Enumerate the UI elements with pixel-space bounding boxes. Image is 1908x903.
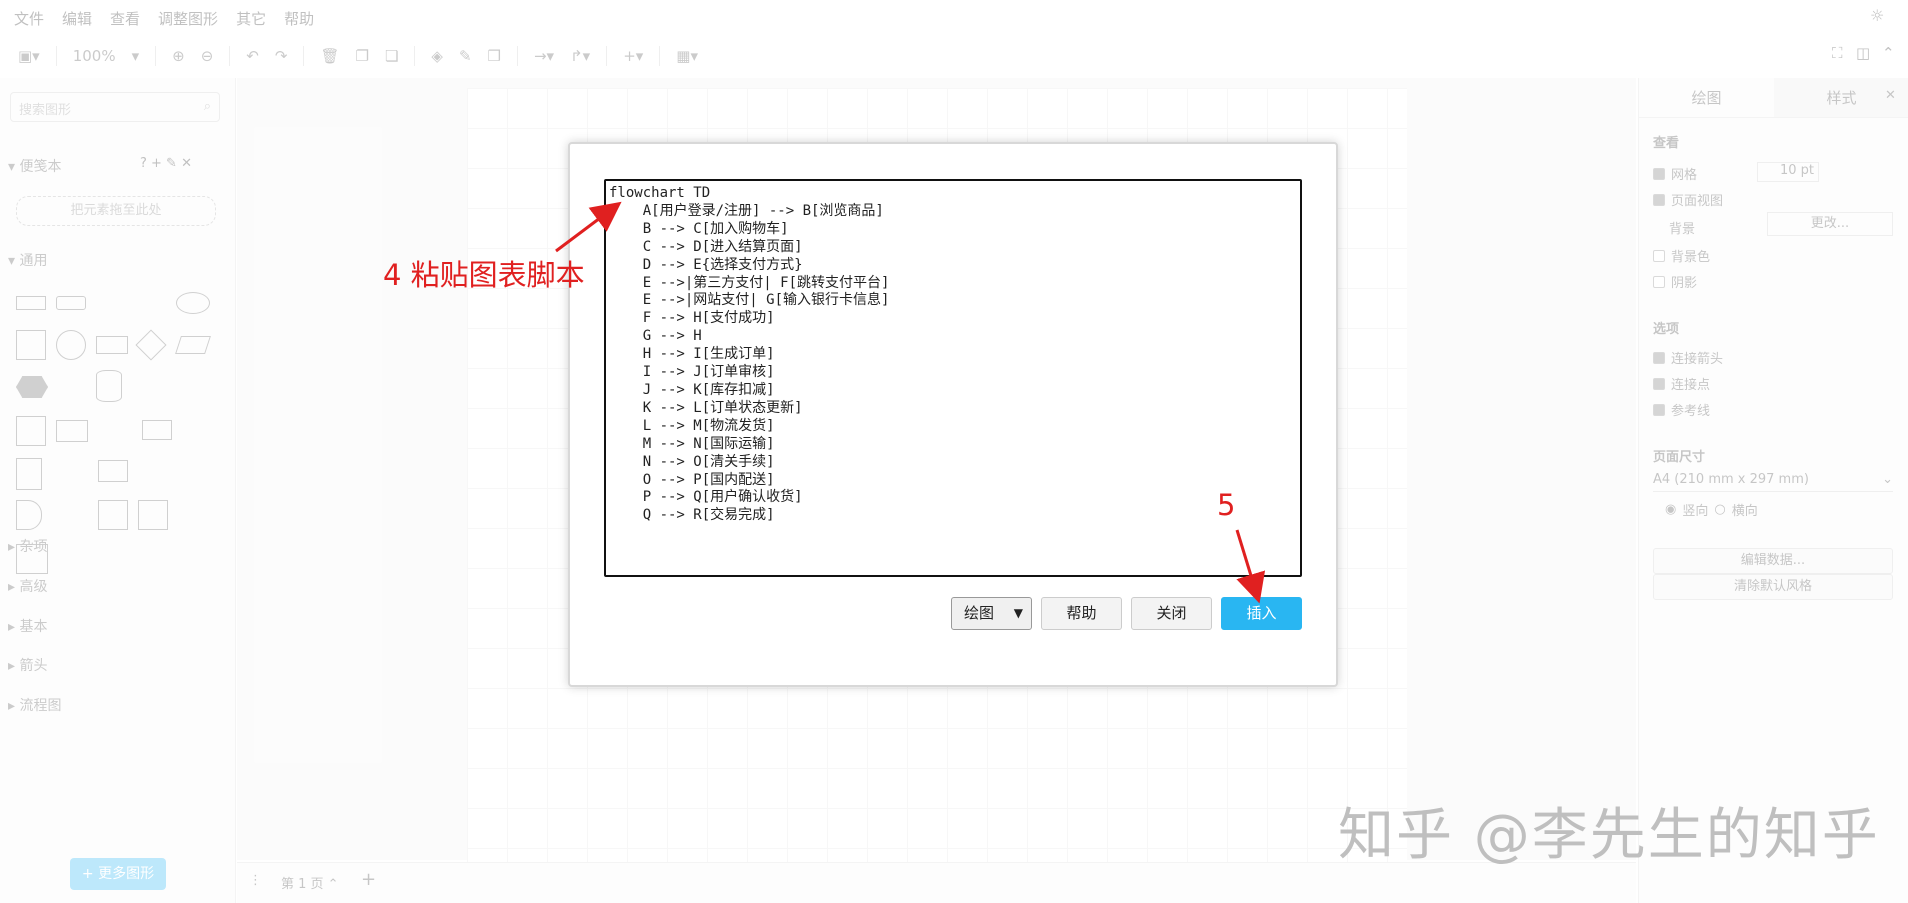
zhihu-watermark: 知乎 @李先生的知乎	[1338, 803, 1880, 868]
annotation-arrow-step5	[1235, 529, 1266, 604]
annotation-arrow-step4	[555, 201, 622, 253]
annotation-arrows	[555, 201, 1266, 604]
